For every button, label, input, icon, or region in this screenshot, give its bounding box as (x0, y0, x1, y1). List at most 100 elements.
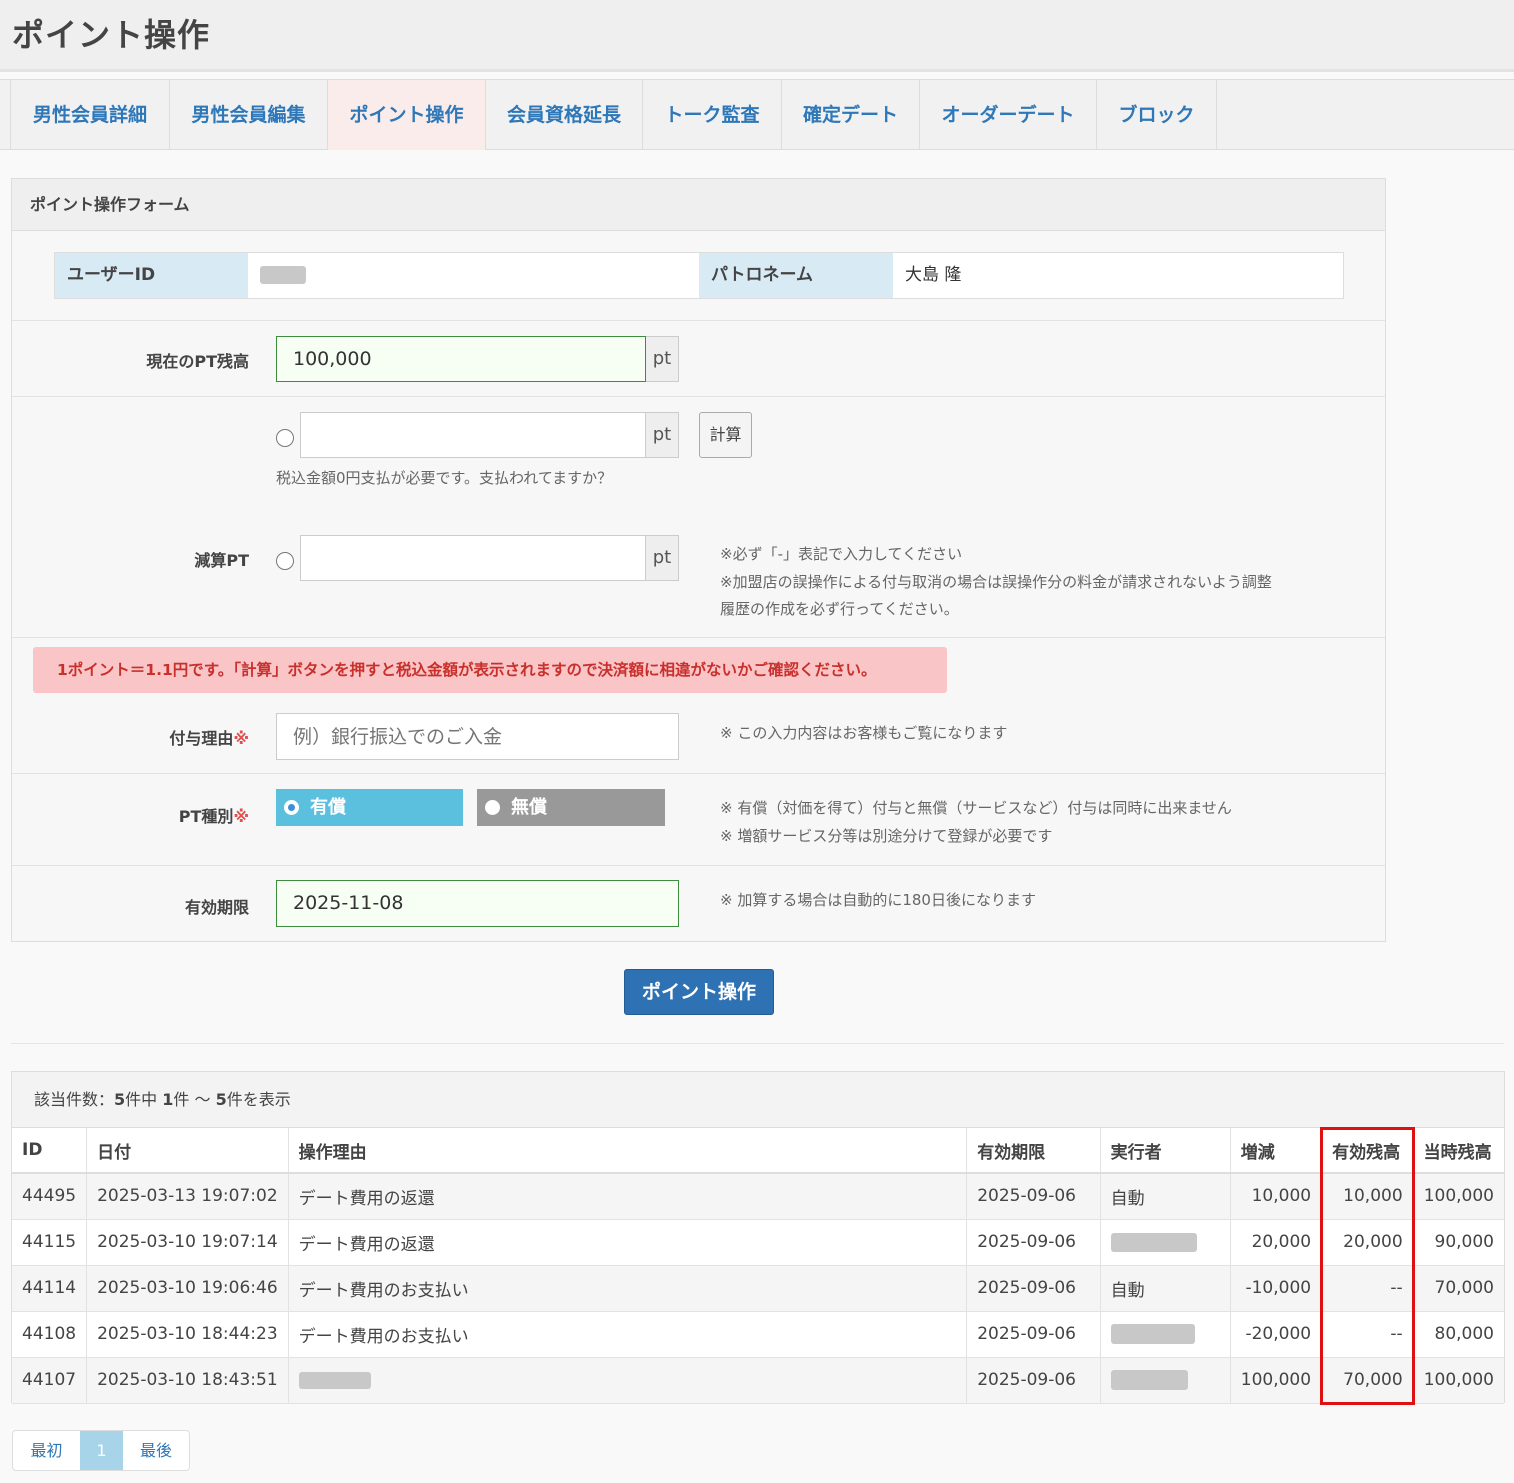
reason-label: 付与理由※ (169, 729, 249, 748)
result-count: 該当件数：5件中 1件 〜 5件を表示 (12, 1072, 1504, 1128)
history-table: ID 日付 操作理由 有効期限 実行者 増減 有効残高 当時残高 44495 2… (12, 1128, 1504, 1404)
patron-name-value: 大島 隆 (905, 265, 962, 285)
tab-order-date[interactable]: オーダーデート (920, 80, 1097, 150)
patron-name-label: パトロネーム (699, 253, 893, 298)
pager-page-1[interactable]: 1 (80, 1431, 123, 1470)
tab-member-detail[interactable]: 男性会員詳細 (11, 80, 170, 150)
page-title: ポイント操作 (12, 16, 211, 54)
cell-delta: -10,000 (1230, 1265, 1323, 1312)
form-heading: ポイント操作フォーム (12, 179, 1385, 231)
tab-block[interactable]: ブロック (1097, 80, 1217, 150)
cell-reason: デート費用のお支払い (288, 1265, 968, 1312)
cell-date: 2025-03-10 18:44:23 (86, 1311, 289, 1358)
add-points-input[interactable] (300, 412, 646, 458)
ptype-label: PT種別※ (178, 807, 249, 826)
cell-date: 2025-03-10 18:43:51 (86, 1357, 289, 1404)
table-row: 44107 2025-03-10 18:43:51 2025-09-06 100… (12, 1357, 1504, 1404)
cell-expiry: 2025-09-06 (966, 1357, 1101, 1404)
cell-delta: 100,000 (1230, 1357, 1323, 1404)
page-header: ポイント操作 (0, 0, 1514, 72)
cell-actor: 自動 (1100, 1173, 1231, 1220)
cell-delta: 20,000 (1230, 1219, 1323, 1266)
redacted-actor (1110, 1370, 1188, 1390)
cell-valid-balance: -- (1321, 1265, 1414, 1312)
col-delta: 増減 (1230, 1128, 1323, 1174)
balance-unit: pt (646, 336, 679, 382)
cell-actor: 自動 (1100, 1265, 1231, 1312)
col-date: 日付 (86, 1128, 289, 1174)
reason-input[interactable] (276, 713, 679, 760)
cell-id: 44108 (12, 1311, 88, 1358)
point-rate-alert: 1ポイント＝1.1円です。「計算」ボタンを押すと税込金額が表示されますので決済額… (33, 647, 947, 693)
balance-label: 現在のPT残高 (146, 352, 249, 371)
pager-first[interactable]: 最初 (13, 1431, 80, 1470)
pager-last[interactable]: 最後 (123, 1431, 189, 1470)
user-id-value (248, 253, 699, 298)
tab-point-operation[interactable]: ポイント操作 (328, 80, 486, 150)
table-header-row: ID 日付 操作理由 有効期限 実行者 増減 有効残高 当時残高 (12, 1128, 1504, 1174)
cell-actor (1100, 1311, 1231, 1358)
table-row: 44108 2025-03-10 18:44:23 デート費用のお支払い 202… (12, 1311, 1504, 1358)
subtract-note-3: 履歴の作成を必ず行ってください。 (720, 600, 959, 618)
cell-valid-balance: 10,000 (1321, 1173, 1414, 1220)
expiry-input[interactable]: 2025-11-08 (276, 880, 679, 927)
tab-talk-audit[interactable]: トーク監査 (643, 80, 782, 150)
tax-note: 税込金額0円支払が必要です。支払われてますか？ (276, 469, 613, 487)
calc-button[interactable]: 計算 (699, 412, 752, 458)
user-info-table: ユーザーID パトロネーム 大島 隆 (54, 252, 1344, 299)
cell-balance-at-time: 100,000 (1413, 1173, 1504, 1220)
redacted-actor (1110, 1232, 1197, 1252)
balance-field: 100,000 (276, 336, 646, 382)
subtract-note-2: ※加盟店の誤操作による付与取消の場合は誤操作分の料金が請求されないよう調整 (720, 573, 1272, 591)
expiry-note: ※ 加算する場合は自動的に180日後になります (720, 891, 1036, 909)
pagination: 最初 1 最後 (12, 1430, 190, 1471)
cell-balance-at-time: 80,000 (1413, 1311, 1504, 1358)
add-points-unit: pt (646, 412, 679, 458)
table-row: 44114 2025-03-10 19:06:46 デート費用のお支払い 202… (12, 1265, 1504, 1312)
cell-delta: 10,000 (1230, 1173, 1323, 1220)
ptype-free-option[interactable]: 無償 (477, 789, 665, 826)
history-panel: 該当件数：5件中 1件 〜 5件を表示 ID 日付 操作理由 有効期限 実行者 … (11, 1071, 1505, 1404)
tab-bar: 男性会員詳細 男性会員編集 ポイント操作 会員資格延長 トーク監査 確定デート … (0, 79, 1514, 150)
col-valid-balance: 有効残高 (1321, 1128, 1414, 1174)
col-balance-at-time: 当時残高 (1413, 1128, 1504, 1174)
ptype-paid-option[interactable]: 有償 (276, 789, 463, 826)
point-operation-form: ポイント操作フォーム ユーザーID パトロネーム 大島 隆 現在のPT残高 10… (11, 178, 1386, 942)
add-points-radio[interactable] (276, 429, 294, 447)
cell-date: 2025-03-10 19:07:14 (86, 1219, 289, 1266)
cell-valid-balance: 70,000 (1321, 1357, 1414, 1404)
reason-note: ※ この入力内容はお客様もご覧になります (720, 724, 1008, 742)
ptype-note-1: ※ 有償（対価を得て）付与と無償（サービスなど）付与は同時に出来ません (720, 799, 1232, 817)
user-id-label: ユーザーID (55, 253, 248, 298)
col-expiry: 有効期限 (966, 1128, 1101, 1174)
col-id: ID (12, 1128, 88, 1174)
ptype-note-2: ※ 増額サービス分等は別途分けて登録が必要です (720, 827, 1053, 845)
subtract-points-input[interactable] (300, 535, 646, 581)
cell-balance-at-time: 100,000 (1413, 1357, 1504, 1404)
cell-expiry: 2025-09-06 (966, 1311, 1101, 1358)
cell-reason (288, 1357, 968, 1404)
subtract-note-1: ※必ず「-」表記で入力してください (720, 545, 963, 563)
table-row: 44495 2025-03-13 19:07:02 デート費用の返還 2025-… (12, 1173, 1504, 1220)
tab-member-edit[interactable]: 男性会員編集 (170, 80, 328, 150)
redacted-actor (1110, 1324, 1195, 1344)
tab-membership-extension[interactable]: 会員資格延長 (486, 80, 643, 150)
cell-date: 2025-03-13 19:07:02 (86, 1173, 289, 1220)
cell-expiry: 2025-09-06 (966, 1265, 1101, 1312)
cell-delta: -20,000 (1230, 1311, 1323, 1358)
cell-expiry: 2025-09-06 (966, 1219, 1101, 1266)
cell-reason: デート費用のお支払い (288, 1311, 968, 1358)
cell-reason: デート費用の返還 (288, 1173, 968, 1220)
subtract-label: 減算PT (194, 551, 249, 570)
subtract-points-radio[interactable] (276, 552, 294, 570)
cell-actor (1100, 1357, 1231, 1404)
point-operation-submit-button[interactable]: ポイント操作 (624, 969, 774, 1015)
cell-date: 2025-03-10 19:06:46 (86, 1265, 289, 1312)
table-row: 44115 2025-03-10 19:07:14 デート費用の返還 2025-… (12, 1219, 1504, 1266)
cell-expiry: 2025-09-06 (966, 1173, 1101, 1220)
cell-reason: デート費用の返還 (288, 1219, 968, 1266)
cell-id: 44107 (12, 1357, 88, 1404)
tab-confirmed-date[interactable]: 確定デート (782, 80, 920, 150)
subtract-points-unit: pt (646, 535, 679, 581)
redacted-reason (298, 1371, 371, 1389)
